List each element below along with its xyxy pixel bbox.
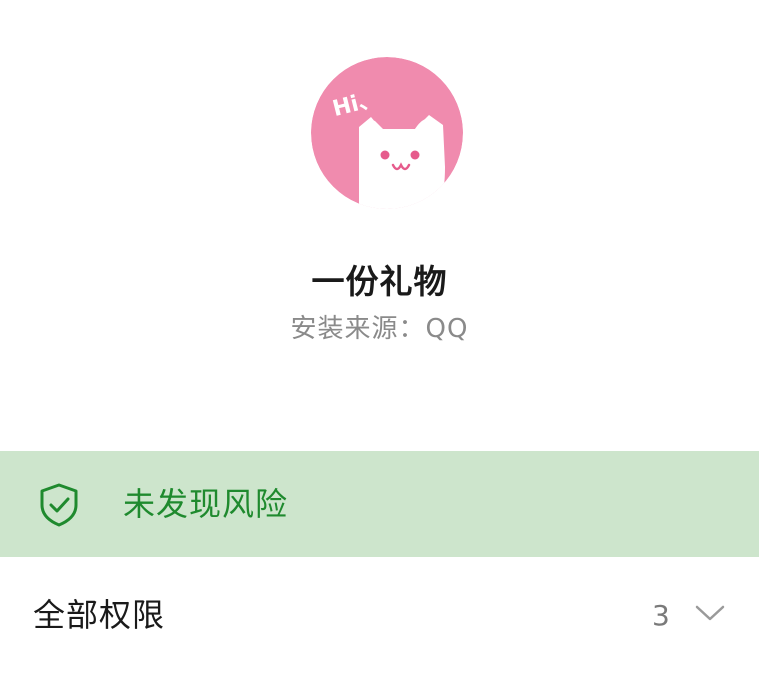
- risk-status-banner: 未发现风险: [0, 451, 759, 557]
- app-icon: Hi、: [311, 57, 463, 209]
- permissions-label: 全部权限: [33, 596, 166, 634]
- permissions-count: 3: [652, 599, 670, 632]
- install-source: 安装来源：QQ: [290, 314, 469, 344]
- risk-status-text: 未发现风险: [123, 485, 289, 523]
- app-permission-page: Hi、 一份礼物 安装来源：QQ 未发现风险 全部权限 3: [0, 0, 759, 674]
- chevron-down-icon[interactable]: [694, 603, 726, 623]
- cat-hi-icon: Hi、: [311, 57, 463, 209]
- shield-check-icon: [40, 483, 78, 527]
- app-name: 一份礼物: [311, 262, 448, 301]
- all-permissions-row[interactable]: 全部权限 3: [0, 557, 759, 674]
